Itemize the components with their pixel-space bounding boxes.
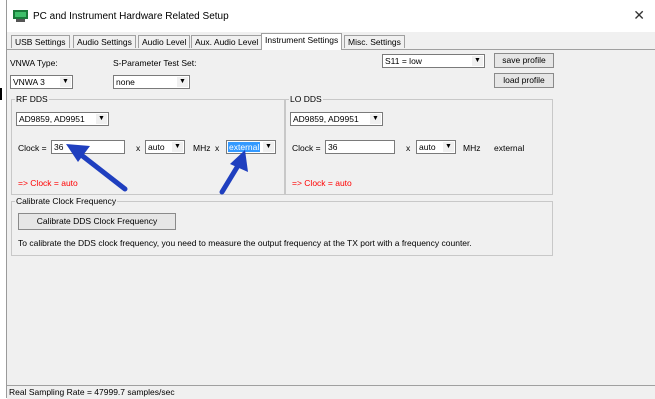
lo-source-label: external [494, 143, 525, 153]
vnwa-type-label: VNWA Type: [10, 58, 58, 68]
rf-x-label: x [136, 143, 141, 153]
sparam-label: S-Parameter Test Set: [113, 58, 197, 68]
lo-x-label: x [406, 143, 411, 153]
chevron-down-icon: ▼ [172, 142, 183, 152]
chevron-down-icon: ▼ [60, 77, 71, 87]
chevron-down-icon: ▼ [96, 114, 107, 124]
chevron-down-icon: ▼ [472, 56, 483, 66]
chevron-down-icon: ▼ [443, 142, 454, 152]
rf-dds-chip-value: AD9859, AD9951 [19, 114, 85, 124]
calibrate-group: Calibrate Clock Frequency Calibrate DDS … [11, 196, 553, 256]
rf-clock-label: Clock = [18, 143, 47, 153]
setup-window: PC and Instrument Hardware Related Setup… [6, 0, 655, 399]
sparam-select[interactable]: none ▼ [113, 75, 190, 89]
rf-x2-label: x [215, 143, 220, 153]
rf-source-select[interactable]: external ▼ [226, 140, 276, 154]
chevron-down-icon: ▼ [263, 142, 274, 152]
save-profile-button[interactable]: save profile [494, 53, 554, 68]
title-bar: PC and Instrument Hardware Related Setup… [7, 0, 655, 32]
calibrate-hint: To calibrate the DDS clock frequency, yo… [18, 238, 472, 248]
lo-dds-chip-select[interactable]: AD9859, AD9951 ▼ [290, 112, 383, 126]
edge-marker [0, 88, 2, 100]
sparam-value: none [116, 77, 135, 87]
lo-dds-group: LO DDS AD9859, AD9951 ▼ Clock = 36 x aut… [285, 94, 553, 195]
lo-clock-value: 36 [328, 142, 338, 152]
rf-mhz-label: MHz [193, 143, 211, 153]
lo-dds-chip-value: AD9859, AD9951 [293, 114, 359, 124]
lo-clock-label: Clock = [292, 143, 321, 153]
vnwa-type-value: VNWA 3 [13, 77, 45, 87]
rf-dds-group: RF DDS AD9859, AD9951 ▼ Clock = 36 x aut… [11, 94, 285, 195]
tab-usb-settings[interactable]: USB Settings [11, 35, 70, 48]
calibrate-dds-button[interactable]: Calibrate DDS Clock Frequency [18, 213, 176, 230]
lo-mhz-label: MHz [463, 143, 481, 153]
tab-strip: USB Settings Audio Settings Audio Level … [7, 33, 655, 50]
tab-audio-settings[interactable]: Audio Settings [73, 35, 136, 48]
tab-audio-level[interactable]: Audio Level [138, 35, 191, 48]
tab-instrument-settings[interactable]: Instrument Settings [261, 33, 343, 50]
status-bar: Real Sampling Rate = 47999.7 samples/sec [7, 385, 655, 399]
rf-source-value: external [228, 142, 261, 152]
lo-multiplier-value: auto [419, 142, 436, 152]
load-profile-button[interactable]: load profile [494, 73, 554, 88]
lo-clock-result: => Clock = auto [292, 178, 352, 188]
rf-multiplier-value: auto [148, 142, 165, 152]
lo-clock-input[interactable]: 36 [325, 140, 395, 154]
rf-clock-value: 36 [54, 142, 64, 152]
rf-clock-result: => Clock = auto [18, 178, 78, 188]
app-icon [13, 10, 28, 22]
vnwa-type-select[interactable]: VNWA 3 ▼ [10, 75, 73, 89]
tab-aux-audio-level[interactable]: Aux. Audio Level [191, 35, 263, 48]
s11-value: S11 = low [385, 56, 422, 66]
calibrate-title: Calibrate Clock Frequency [15, 196, 118, 206]
window-title: PC and Instrument Hardware Related Setup [33, 11, 229, 22]
rf-multiplier-select[interactable]: auto ▼ [145, 140, 185, 154]
rf-dds-title: RF DDS [15, 94, 49, 104]
rf-clock-input[interactable]: 36 [51, 140, 125, 154]
chevron-down-icon: ▼ [177, 77, 188, 87]
lo-multiplier-select[interactable]: auto ▼ [416, 140, 456, 154]
rf-dds-chip-select[interactable]: AD9859, AD9951 ▼ [16, 112, 109, 126]
s11-select[interactable]: S11 = low ▼ [382, 54, 485, 68]
close-icon[interactable]: ✕ [633, 7, 645, 24]
lo-dds-title: LO DDS [289, 94, 323, 104]
chevron-down-icon: ▼ [370, 114, 381, 124]
tab-misc-settings[interactable]: Misc. Settings [344, 35, 405, 48]
